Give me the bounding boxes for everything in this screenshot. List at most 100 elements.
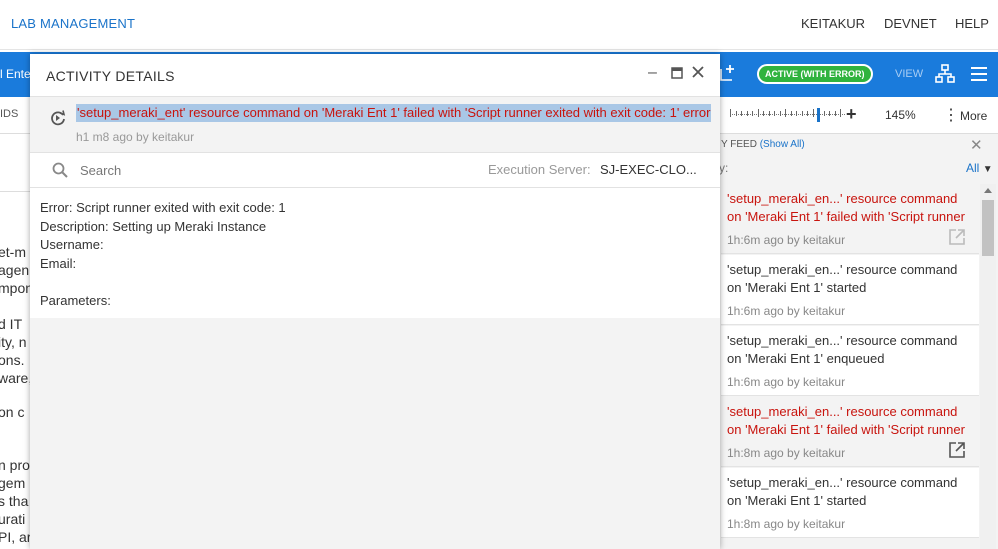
zoom-tick: [763, 111, 764, 116]
feed-filter-row: y: All ▼: [719, 156, 998, 182]
add-resource-icon[interactable]: [718, 63, 738, 86]
detail-username: Username:: [40, 237, 104, 252]
detail-parameters: Parameters:: [40, 292, 111, 308]
activity-summary: 'setup_meraki_ent' resource command on '…: [30, 97, 720, 153]
maximize-icon[interactable]: [671, 66, 683, 84]
activity-details-body: Error: Script runner exited with exit co…: [30, 188, 720, 318]
feed-item-line: 'setup_meraki_en...' resource command: [727, 475, 958, 490]
feed-item-time: 1h:8m ago by keitakur: [727, 446, 846, 460]
minimize-icon[interactable]: –: [648, 64, 657, 82]
zoom-tick: [801, 111, 803, 116]
text-fragment: urati: [0, 511, 26, 527]
execution-server-label: Execution Server:: [488, 162, 591, 177]
nav-help[interactable]: HELP: [955, 16, 989, 31]
divider: [0, 191, 30, 192]
zoom-in-icon[interactable]: +: [846, 104, 857, 125]
feed-item[interactable]: 'setup_meraki_en...' resource command on…: [721, 468, 979, 538]
scroll-up-arrow-icon[interactable]: [984, 188, 992, 193]
zoom-tick: [796, 111, 797, 116]
feed-item-line: 'setup_meraki_en...' resource command: [727, 191, 958, 206]
zoom-tick: [735, 111, 737, 116]
nav-devnet[interactable]: DEVNET: [884, 16, 937, 31]
search-input[interactable]: [80, 160, 330, 180]
text-fragment: agen: [0, 262, 30, 278]
more-button[interactable]: More: [960, 109, 987, 123]
more-vertical-icon[interactable]: ⋮: [943, 105, 959, 125]
activity-error-message: 'setup_meraki_ent' resource command on '…: [76, 104, 712, 122]
close-icon[interactable]: [692, 65, 704, 83]
feed-item-line: 'setup_meraki_en...' resource command: [727, 333, 958, 348]
zoom-slider-thumb[interactable]: [817, 108, 820, 122]
show-all-link[interactable]: (Show All): [760, 139, 805, 150]
open-external-icon[interactable]: [948, 228, 966, 246]
filter-dropdown[interactable]: All ▼: [966, 161, 993, 175]
dialog-empty-area: [30, 318, 720, 549]
text-fragment: n pro: [0, 457, 30, 473]
zoom-tick: [840, 109, 841, 117]
diagram-view-icon[interactable]: [935, 64, 955, 87]
zoom-tick: [834, 111, 836, 116]
filter-value: All: [966, 161, 980, 175]
zoom-tick: [790, 111, 792, 116]
detail-email: Email:: [40, 255, 77, 271]
lab-management-link[interactable]: LAB MANAGEMENT: [11, 16, 135, 31]
text-fragment: et-m: [0, 244, 26, 260]
text-fragment: ity, n: [0, 334, 27, 350]
nav-user-keitakur[interactable]: KEITAKUR: [801, 16, 865, 31]
feed-scrollbar[interactable]: [980, 184, 996, 549]
toolbar-left-fragment: IDS: [0, 108, 19, 120]
feed-item-line: on 'Meraki Ent 1' started: [727, 492, 867, 508]
feed-item[interactable]: 'setup_meraki_en...' resource command on…: [721, 397, 979, 467]
execution-server-value: SJ-EXEC-CLO...: [600, 162, 697, 177]
dialog-title: ACTIVITY DETAILS: [46, 68, 175, 84]
zoom-tick: [730, 109, 731, 117]
zoom-level: 145%: [885, 108, 916, 122]
activity-details-dialog: ACTIVITY DETAILS – 'setup_meraki_ent' re…: [30, 54, 720, 549]
search-icon: [52, 162, 68, 181]
text-fragment: s tha: [0, 493, 29, 509]
text-fragment: ons.: [0, 352, 25, 368]
feed-item-time: 1h:6m ago by keitakur: [727, 375, 846, 389]
feed-item-time: 1h:8m ago by keitakur: [727, 517, 846, 531]
activity-feed-list: 'setup_meraki_en...' resource command on…: [721, 184, 979, 549]
zoom-tick: [768, 111, 770, 116]
activity-feed-title: Y FEED (Show All): [721, 139, 805, 150]
feed-item[interactable]: 'setup_meraki_en...' resource command on…: [721, 184, 979, 254]
feed-item-line: on 'Meraki Ent 1' failed with 'Script ru…: [727, 208, 965, 224]
feed-item[interactable]: 'setup_meraki_en...' resource command on…: [721, 326, 979, 396]
zoom-tick: [829, 111, 830, 116]
zoom-slider[interactable]: [730, 109, 845, 117]
zoom-tick: [774, 111, 775, 116]
text-fragment: on c: [0, 404, 25, 420]
list-view-icon[interactable]: [970, 66, 988, 85]
scrollbar-thumb[interactable]: [982, 200, 994, 256]
text-fragment: ware,: [0, 370, 30, 386]
zoom-tick: [785, 109, 786, 117]
background-description: et-m agen mpon d IT ity, n ons. ware, on…: [0, 134, 30, 549]
feed-item-line: on 'Meraki Ent 1' started: [727, 279, 867, 295]
feed-item-time: 1h:6m ago by keitakur: [727, 233, 846, 247]
activity-feed-panel: Y FEED (Show All) ✕ y: All ▼ 'setup_mera…: [719, 134, 998, 549]
text-fragment: mpon: [0, 280, 30, 296]
search-bar: Execution Server: SJ-EXEC-CLO...: [30, 153, 720, 188]
close-icon[interactable]: ✕: [970, 136, 983, 154]
open-external-icon[interactable]: [948, 441, 966, 459]
filter-label-fragment: y:: [719, 161, 729, 175]
zoom-tick: [812, 109, 814, 117]
status-badge: ACTIVE (WITH ERROR): [757, 64, 873, 84]
sync-icon: [49, 109, 67, 130]
zoom-tick: [779, 111, 781, 116]
feed-item-time: 1h:6m ago by keitakur: [727, 304, 846, 318]
feed-item-line: 'setup_meraki_en...' resource command: [727, 404, 958, 419]
feed-item-line: on 'Meraki Ent 1' enqueued: [727, 350, 885, 366]
zoom-tick: [752, 111, 753, 116]
feed-item[interactable]: 'setup_meraki_en...' resource command on…: [721, 255, 979, 325]
top-navigation: LAB MANAGEMENT KEITAKUR DEVNET HELP: [0, 0, 998, 50]
text-fragment: PI, ar: [0, 529, 30, 545]
sandbox-name-fragment: l Ente: [0, 67, 31, 81]
zoom-tick: [807, 111, 808, 116]
detail-error: Error: Script runner exited with exit co…: [40, 200, 286, 215]
activity-feed-header: Y FEED (Show All) ✕: [719, 134, 998, 154]
caret-down-icon: ▼: [982, 164, 993, 175]
feed-item-line: on 'Meraki Ent 1' failed with 'Script ru…: [727, 421, 965, 437]
